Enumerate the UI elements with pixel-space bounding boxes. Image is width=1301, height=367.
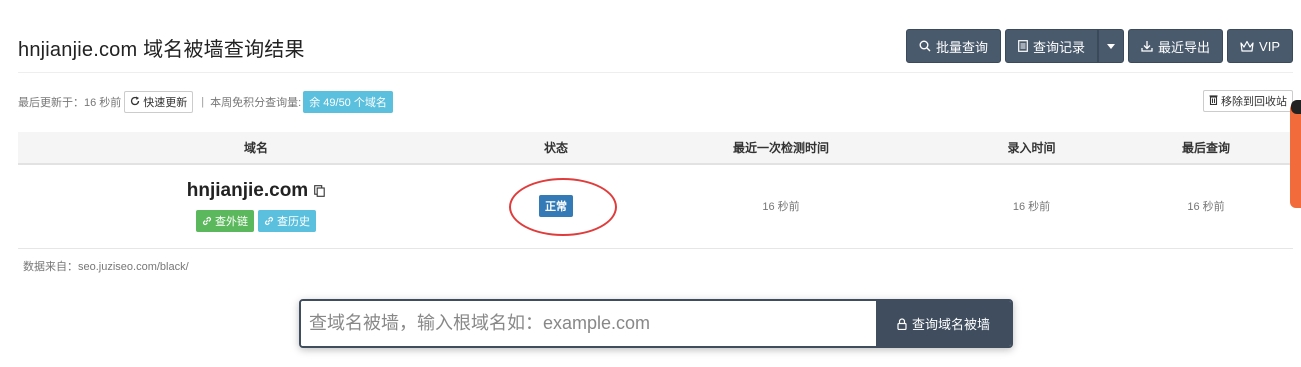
domain-name: hnjianjie.com [186,180,309,202]
header-entry-time: 录入时间 [944,132,1119,165]
refresh-icon [130,96,140,109]
status-cell: 正常 [494,164,618,249]
toolbar: 批量查询 查询记录 最近导出 VIP [905,29,1293,63]
domain-search-box: 查询域名被墙 [299,299,1013,348]
data-source: 数据来自：seo.juziseo.com/black/ [23,261,189,273]
query-history-group: 查询记录 [1005,29,1125,63]
results-table: 域名 状态 最近一次检测时间 录入时间 最后查询 hnjianjie.com 查… [18,132,1293,249]
domain-actions: 查外链 查历史 [18,210,494,233]
batch-query-label: 批量查询 [935,39,988,55]
updated-text: 最后更新于：16 秒前 [18,97,122,109]
table-header-row: 域名 状态 最近一次检测时间 录入时间 最后查询 [18,132,1293,165]
domain-name-wrap: hnjianjie.com [187,180,325,202]
lock-icon [897,317,907,330]
move-to-recycle-button[interactable]: 移除到回收站 [1203,90,1293,112]
entry-time-cell: 16 秒前 [944,164,1119,249]
link-icon [202,216,212,226]
table-row: hnjianjie.com 查外链 查历史 正常 16 秒前 16 秒前 16 … [18,164,1293,249]
meta-line: 最后更新于：16 秒前 快速更新 | 本周免积分查询量: 余 49/50 个域名 [18,91,393,113]
header-last-query: 最后查询 [1119,132,1293,165]
domain-cell: hnjianjie.com 查外链 查历史 [18,164,494,249]
status-badge: 正常 [539,195,573,218]
side-feedback-tab[interactable] [1290,103,1301,208]
recent-export-label: 最近导出 [1158,39,1211,55]
query-history-button[interactable]: 查询记录 [1005,29,1099,63]
link-icon [264,216,274,226]
page-title: hnjianjie.com 域名被墙查询结果 [18,39,305,61]
trash-icon [1209,94,1218,108]
header-check-time: 最近一次检测时间 [618,132,944,165]
quota-badge: 余 49/50 个域名 [303,91,393,113]
last-query-cell: 16 秒前 [1119,164,1293,249]
recycle-label: 移除到回收站 [1221,96,1287,108]
check-links-button[interactable]: 查外链 [196,210,254,233]
check-time-cell: 16 秒前 [618,164,944,249]
check-history-label: 查历史 [277,216,310,229]
domain-search-label: 查询域名被墙 [911,317,990,332]
caret-down-icon [1107,43,1116,49]
quick-refresh-button[interactable]: 快速更新 [124,91,194,113]
vip-label: VIP [1259,38,1280,54]
side-tab-icon [1291,100,1301,114]
vip-button[interactable]: VIP [1227,29,1293,63]
header-status: 状态 [494,132,618,165]
check-links-label: 查外链 [215,216,248,229]
title-divider [18,72,1293,73]
download-icon [1141,40,1153,52]
query-history-dropdown[interactable] [1098,29,1125,63]
crown-icon [1240,40,1254,52]
batch-query-button[interactable]: 批量查询 [905,29,1001,63]
search-icon [919,40,931,52]
domain-search-button[interactable]: 查询域名被墙 [876,301,1011,346]
check-history-button[interactable]: 查历史 [258,210,316,233]
quota-text: 本周免积分查询量: [210,97,302,109]
recent-export-button[interactable]: 最近导出 [1128,29,1224,63]
copy-icon[interactable] [314,185,325,198]
meta-separator: | [201,96,205,108]
header-domain: 域名 [18,132,494,165]
domain-search-input[interactable] [301,301,876,346]
query-history-label: 查询记录 [1033,39,1086,55]
document-icon [1018,40,1028,52]
quick-refresh-label: 快速更新 [143,97,188,109]
